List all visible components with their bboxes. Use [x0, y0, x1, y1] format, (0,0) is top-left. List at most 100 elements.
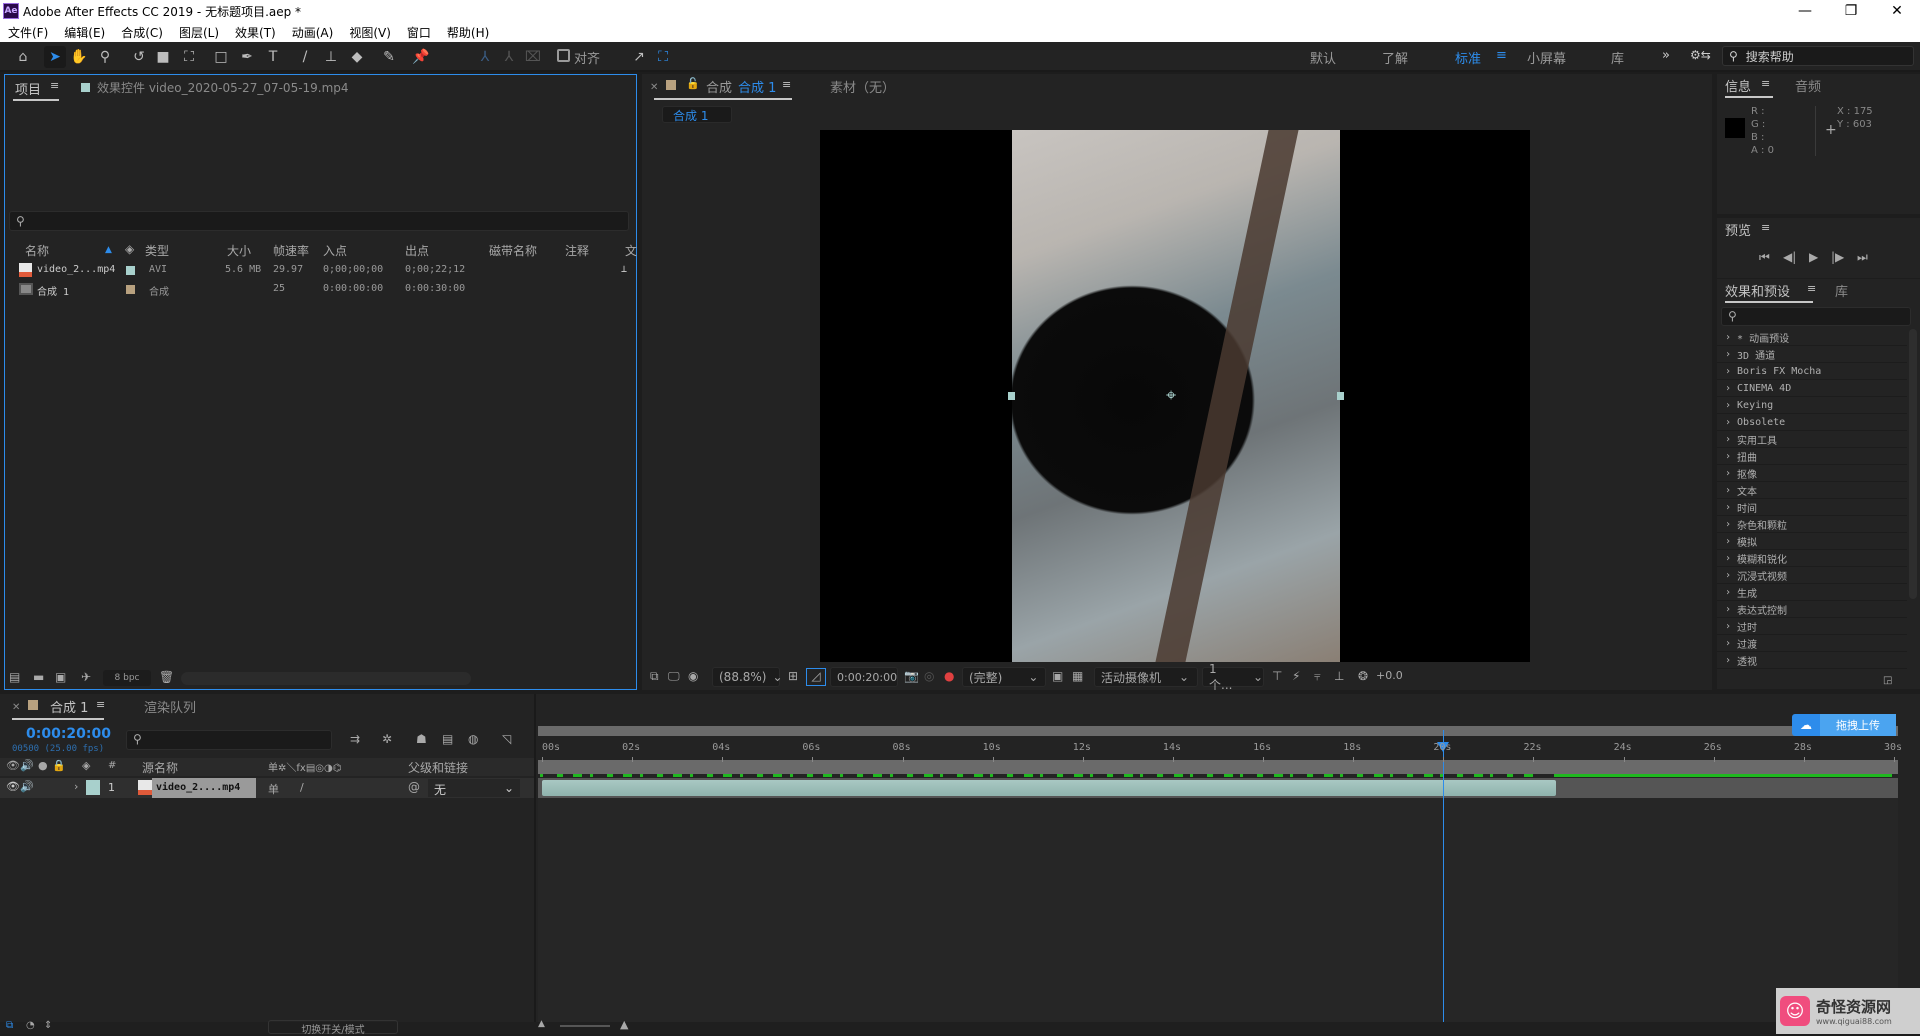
pick-whip-icon[interactable]: @ [408, 780, 420, 794]
shy-switch-icon[interactable]: 单 [268, 781, 279, 797]
tab-info[interactable]: 信息 [1725, 76, 1751, 95]
project-search-input[interactable]: ⚲ [9, 211, 629, 231]
menu-composition[interactable]: 合成(C) [121, 24, 163, 41]
zoom-tool-icon[interactable]: ⚲ [94, 46, 116, 68]
expand-arrow-icon[interactable]: › [74, 780, 78, 793]
col-in[interactable]: 入点 [323, 242, 347, 259]
show-snapshot-icon[interactable]: ◎ [924, 669, 934, 683]
col-comment[interactable]: 注释 [565, 242, 589, 259]
mask-visibility-icon[interactable]: ◉ [688, 669, 698, 683]
in-out-icon[interactable]: ⇕ [44, 1020, 52, 1031]
camera-tool-icon[interactable]: ■ [152, 46, 174, 68]
current-time-field[interactable]: 0:00:20:00 [830, 667, 898, 687]
hand-tool-icon[interactable]: ✋ [68, 46, 90, 68]
local-axis-icon[interactable]: ⅄ [474, 46, 496, 68]
effect-category[interactable]: › 抠像 [1717, 465, 1907, 482]
camera-dropdown[interactable]: 活动摄像机 ⌄ [1094, 667, 1198, 687]
toggle-switches-modes-button[interactable]: 切换开关/模式 [268, 1020, 398, 1036]
project-item-row[interactable]: 合成 1 合成 25 0:00:00:00 0:00:30:00 [5, 280, 636, 299]
dependencies-icon[interactable]: ✈ [81, 670, 91, 684]
tab-effect-controls[interactable]: 效果控件 video_2020-05-27_07-05-19.mp4 [97, 79, 349, 96]
shy-layers-icon[interactable]: ☗ [416, 732, 427, 746]
lock-col-icon[interactable]: 🔒 [52, 759, 66, 772]
effects-menu-icon[interactable]: ≡ [1807, 282, 1816, 295]
effect-category[interactable]: › 3D 通道 [1717, 346, 1907, 363]
effect-category[interactable]: › Boris FX Mocha [1717, 363, 1907, 380]
previous-frame-icon[interactable]: ◀| [1783, 250, 1796, 264]
reset-exposure-icon[interactable]: ❂ [1358, 669, 1368, 683]
new-preset-icon[interactable]: ◲ [1883, 675, 1892, 686]
region-of-interest-icon[interactable]: ▣ [1052, 669, 1063, 683]
col-parent-link[interactable]: 父级和链接 [408, 759, 468, 776]
effect-category[interactable]: › 生成 [1717, 584, 1907, 601]
workspace-small-screen[interactable]: 小屏幕 [1527, 48, 1566, 67]
monitor-icon[interactable]: 🖵 [668, 669, 680, 684]
restore-button[interactable]: ❐ [1828, 0, 1874, 22]
pan-behind-tool-icon[interactable]: ⛶ [178, 46, 200, 68]
solo-col-icon[interactable]: ● [38, 759, 48, 772]
comp-breadcrumb[interactable]: 合成 1 [662, 106, 732, 123]
project-item-row[interactable]: video_2...mp4 AVI 5.6 MB 29.97 0;00;00;0… [5, 261, 636, 280]
tab-library[interactable]: 库 [1835, 281, 1848, 300]
flowchart-icon[interactable]: ⊥ [621, 264, 627, 275]
workspace-learn[interactable]: 了解 [1382, 48, 1408, 67]
effects-search-input[interactable]: ⚲ [1721, 307, 1911, 326]
draft-3d-icon[interactable]: ✲ [382, 732, 392, 746]
interpret-footage-icon[interactable]: ▤ [9, 670, 20, 684]
new-folder-icon[interactable]: ▬ [33, 670, 44, 684]
effect-category[interactable]: › 过时 [1717, 618, 1907, 635]
magnification-dropdown[interactable]: (88.8%) ⌄ [712, 667, 783, 687]
frame-blending-icon[interactable]: ▤ [442, 732, 453, 746]
effect-category[interactable]: › 杂色和颗粒 [1717, 516, 1907, 533]
layer-name[interactable]: video_2....mp4 [152, 778, 256, 798]
tab-audio[interactable]: 音频 [1795, 76, 1821, 95]
workspace-settings-icon[interactable]: ⚙⇆ [1690, 48, 1711, 62]
effect-category[interactable]: › 模糊和锐化 [1717, 550, 1907, 567]
channel-icon[interactable]: ● [944, 669, 954, 683]
sort-ascending-icon[interactable]: ▲ [105, 245, 112, 255]
workspace-default[interactable]: 默认 [1310, 48, 1336, 67]
effect-category[interactable]: › 时间 [1717, 499, 1907, 516]
layer-duration-bar[interactable] [542, 780, 1556, 796]
tab-effects-presets[interactable]: 效果和预设 [1725, 281, 1790, 300]
effect-category[interactable]: › 沉浸式视频 [1717, 567, 1907, 584]
effects-scrollbar[interactable] [1909, 329, 1917, 599]
menu-layer[interactable]: 图层(L) [179, 24, 219, 41]
parent-dropdown[interactable]: 无 ⌄ [428, 779, 520, 797]
project-menu-icon[interactable]: ≡ [50, 79, 59, 92]
workspace-standard[interactable]: 标准 [1455, 48, 1481, 67]
label-swatch[interactable] [126, 285, 135, 294]
effect-category[interactable]: › * 动画预设 [1717, 329, 1907, 346]
home-icon[interactable]: ⌂ [12, 46, 34, 68]
col-file[interactable]: 文 [625, 242, 637, 259]
layer-label-swatch[interactable] [86, 780, 100, 795]
col-type[interactable]: 类型 [145, 242, 169, 259]
upload-button[interactable]: ☁ 拖拽上传 [1792, 714, 1896, 736]
rotate-tool-icon[interactable]: ↺ [128, 46, 150, 68]
align-checkbox[interactable] [557, 49, 570, 62]
preview-menu-icon[interactable]: ≡ [1761, 221, 1770, 234]
menu-effect[interactable]: 效果(T) [235, 24, 276, 41]
snap-icon[interactable]: ↗ [628, 46, 650, 68]
tab-footage[interactable]: 素材（无） [830, 77, 895, 96]
first-frame-icon[interactable]: ⏮ [1759, 250, 1770, 265]
layer-switches-icon[interactable]: ⧉ [6, 1020, 13, 1031]
snap-frame-icon[interactable]: ⛶ [652, 46, 674, 68]
tab-project[interactable]: 项目 [15, 79, 41, 98]
transparency-grid-icon[interactable]: ◿ [806, 668, 826, 686]
col-source-name[interactable]: 源名称 [142, 759, 178, 776]
close-tab-icon[interactable]: ✕ [650, 82, 658, 93]
effect-category[interactable]: › Obsolete [1717, 414, 1907, 431]
menu-window[interactable]: 窗口 [407, 24, 431, 41]
play-icon[interactable]: ▶ [1809, 250, 1818, 264]
next-frame-icon[interactable]: |▶ [1831, 250, 1844, 264]
label-col-icon[interactable]: ◈ [82, 759, 90, 772]
zoom-in-icon[interactable]: ▲ [620, 1018, 628, 1031]
visibility-col-icon[interactable]: 👁 [6, 759, 20, 772]
rectangle-tool-icon[interactable]: □ [210, 46, 232, 68]
motion-blur-icon[interactable]: ◍ [468, 732, 478, 746]
last-frame-icon[interactable]: ⏭ [1857, 250, 1868, 265]
puppet-pin-tool-icon[interactable]: 📌 [410, 46, 432, 68]
text-tool-icon[interactable]: T [262, 46, 284, 68]
brush-tool-icon[interactable]: / [294, 46, 316, 68]
